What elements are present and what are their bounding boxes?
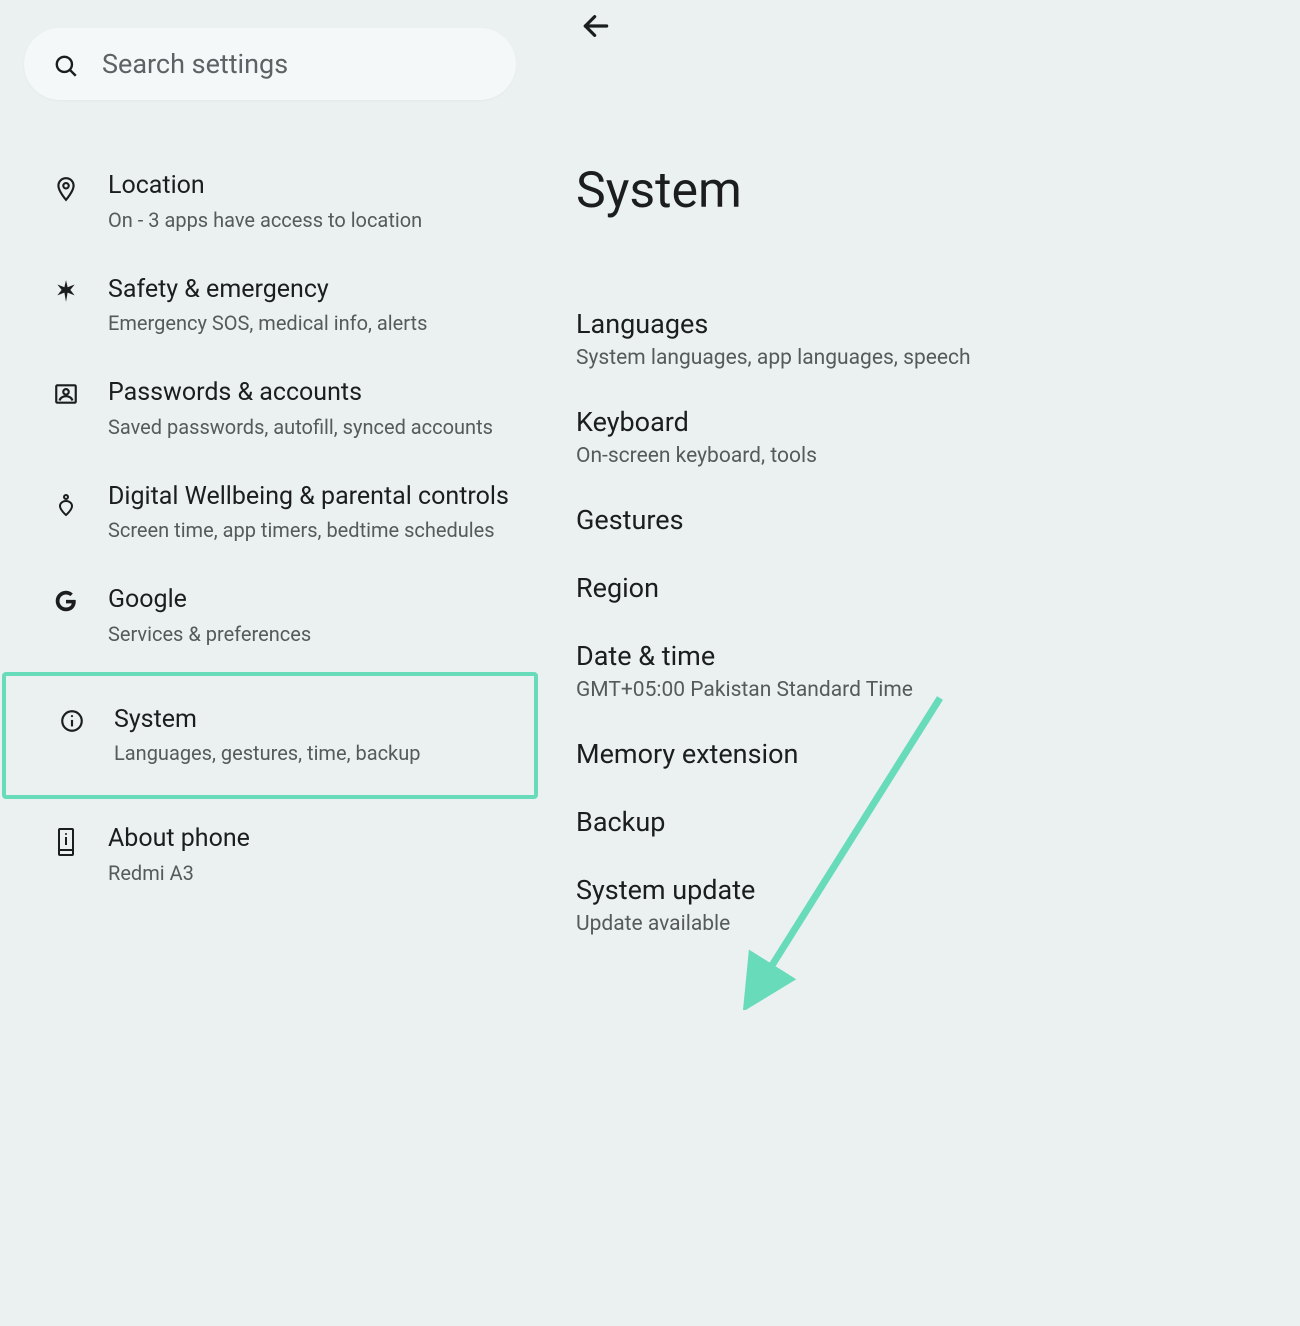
search-icon (48, 53, 84, 79)
system-item-title: Gestures (576, 504, 1260, 536)
settings-item-safety[interactable]: Safety & emergency Emergency SOS, medica… (0, 254, 540, 358)
search-settings-bar[interactable]: Search settings (24, 28, 516, 100)
settings-item-title: Google (108, 584, 516, 617)
wellbeing-icon (48, 493, 84, 521)
settings-item-subtitle: On - 3 apps have access to location (108, 207, 516, 234)
settings-item-title: Digital Wellbeing & parental controls (108, 481, 516, 514)
system-item-gestures[interactable]: Gestures (576, 486, 1260, 554)
system-item-title: Backup (576, 806, 1260, 838)
settings-item-wellbeing[interactable]: Digital Wellbeing & parental controls Sc… (0, 461, 540, 565)
arrow-left-icon (580, 10, 612, 46)
settings-item-subtitle: Screen time, app timers, bedtime schedul… (108, 517, 516, 544)
settings-list-pane: Search settings Location On - 3 apps hav… (0, 0, 540, 1326)
system-detail-pane: System Languages System languages, app l… (540, 0, 1300, 1326)
location-pin-icon (48, 174, 84, 204)
settings-item-subtitle: Redmi A3 (108, 860, 516, 887)
settings-item-system[interactable]: System Languages, gestures, time, backup (6, 676, 534, 796)
settings-item-about-phone[interactable]: About phone Redmi A3 (0, 803, 540, 907)
system-item-title: Languages (576, 308, 1260, 340)
search-placeholder: Search settings (102, 48, 288, 80)
system-item-system-update[interactable]: System update Update available (576, 856, 1260, 954)
settings-item-title: System (114, 704, 510, 737)
settings-item-google[interactable]: Google Services & preferences (0, 564, 540, 668)
system-item-title: Keyboard (576, 406, 1260, 438)
system-item-backup[interactable]: Backup (576, 788, 1260, 856)
highlight-annotation: System Languages, gestures, time, backup (2, 672, 538, 800)
system-item-title: Memory extension (576, 738, 1260, 770)
settings-item-subtitle: Languages, gestures, time, backup (114, 740, 510, 767)
system-item-memory-extension[interactable]: Memory extension (576, 720, 1260, 788)
settings-item-subtitle: Emergency SOS, medical info, alerts (108, 310, 516, 337)
system-item-languages[interactable]: Languages System languages, app language… (576, 290, 1260, 388)
settings-item-location[interactable]: Location On - 3 apps have access to loca… (0, 150, 540, 254)
settings-item-title: Passwords & accounts (108, 377, 516, 410)
system-item-subtitle: GMT+05:00 Pakistan Standard Time (576, 678, 1260, 702)
settings-item-subtitle: Saved passwords, autofill, synced accoun… (108, 414, 516, 441)
system-item-subtitle: System languages, app languages, speech (576, 346, 1260, 370)
settings-item-title: Safety & emergency (108, 274, 516, 307)
system-item-subtitle: On-screen keyboard, tools (576, 444, 1260, 468)
info-circle-icon (54, 708, 90, 734)
page-title: System (576, 162, 1260, 220)
phone-info-icon (48, 827, 84, 857)
system-item-date-time[interactable]: Date & time GMT+05:00 Pakistan Standard … (576, 622, 1260, 720)
asterisk-icon (48, 278, 84, 304)
system-item-subtitle: Update available (576, 912, 1260, 936)
system-item-keyboard[interactable]: Keyboard On-screen keyboard, tools (576, 388, 1260, 486)
settings-item-passwords[interactable]: Passwords & accounts Saved passwords, au… (0, 357, 540, 461)
system-item-title: Date & time (576, 640, 1260, 672)
google-g-icon (48, 588, 84, 614)
back-button[interactable] (572, 4, 620, 52)
system-item-title: Region (576, 572, 1260, 604)
account-box-icon (48, 381, 84, 407)
settings-item-subtitle: Services & preferences (108, 621, 516, 648)
system-item-region[interactable]: Region (576, 554, 1260, 622)
settings-item-title: About phone (108, 823, 516, 856)
system-item-title: System update (576, 874, 1260, 906)
settings-item-title: Location (108, 170, 516, 203)
